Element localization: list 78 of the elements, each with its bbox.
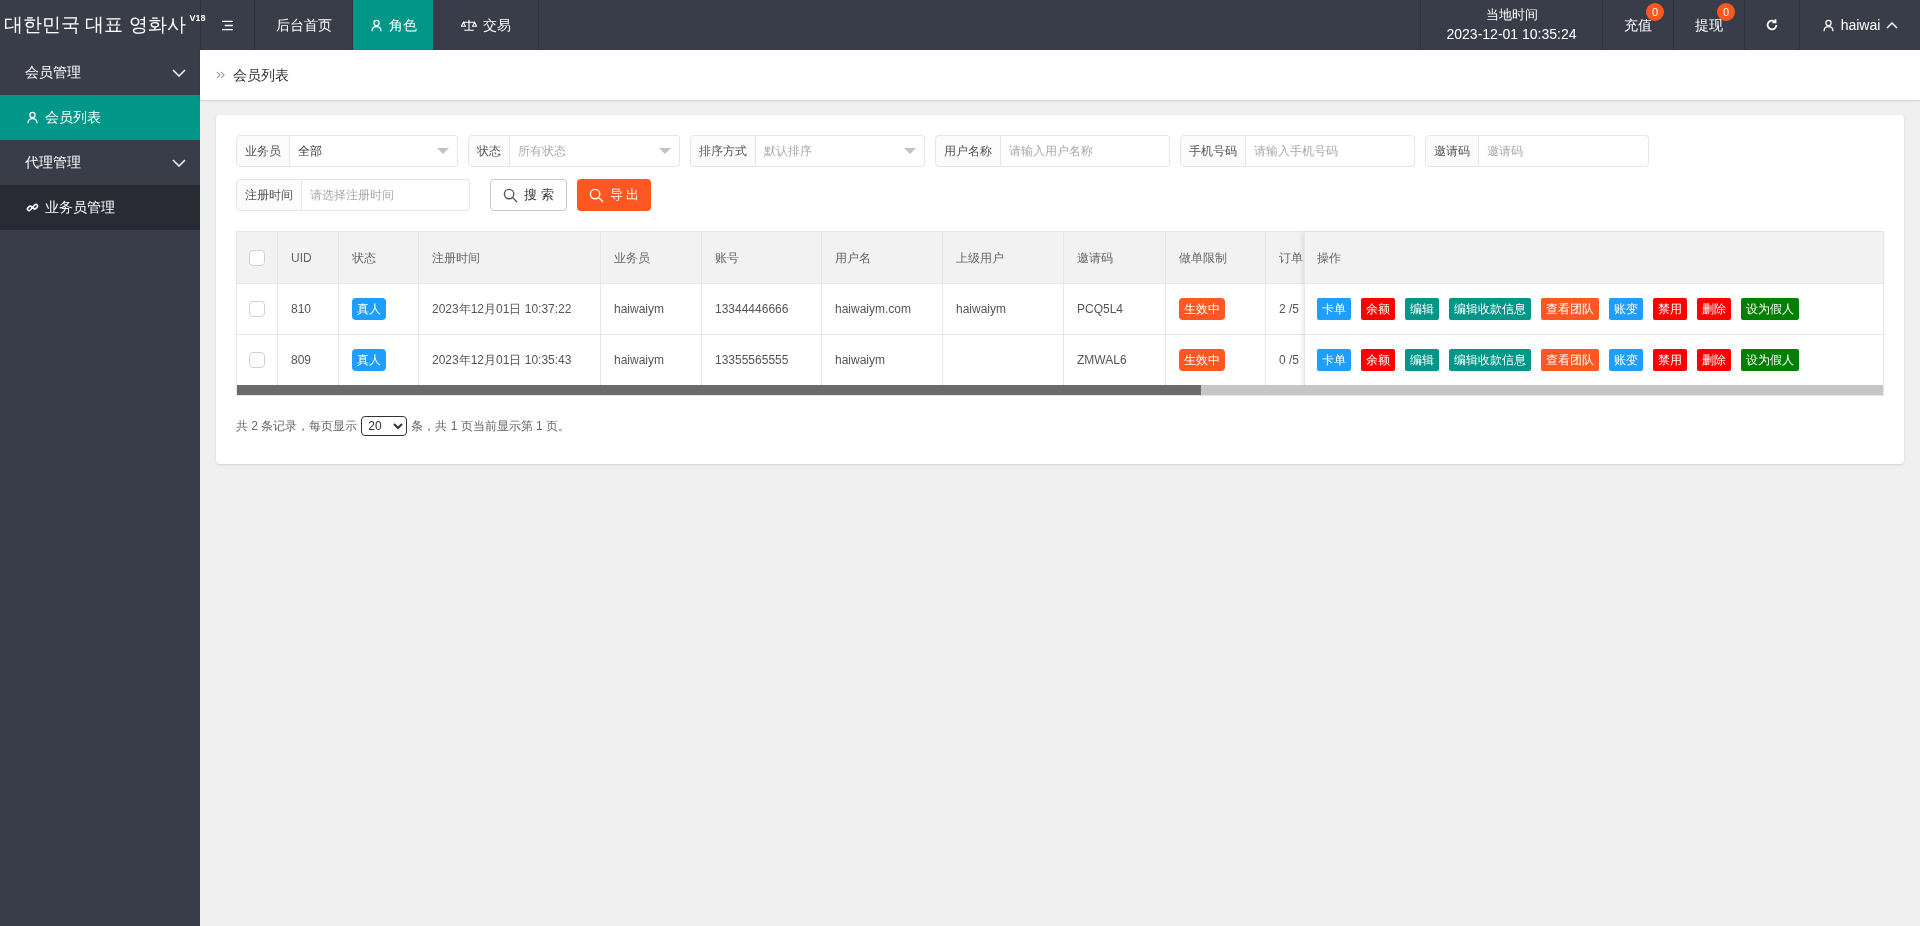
action-button[interactable]: 禁用 bbox=[1653, 298, 1687, 320]
sidebar-group[interactable]: 代理管理 bbox=[0, 140, 200, 185]
status-tag: 真人 bbox=[352, 349, 386, 371]
column-header: 注册时间 bbox=[432, 249, 480, 267]
column-header: 操作 bbox=[1317, 249, 1341, 267]
action-button[interactable]: 删除 bbox=[1697, 349, 1731, 371]
table-cell-text: 13355565555 bbox=[715, 352, 789, 369]
select-field[interactable]: 全部 bbox=[290, 135, 458, 167]
user-menu[interactable]: haiwai bbox=[1800, 0, 1920, 50]
table-cell-text: haiwaiym.com bbox=[835, 301, 912, 318]
table-cell-text: 13344446666 bbox=[715, 301, 789, 318]
table-cell-text: haiwaiym bbox=[614, 352, 664, 369]
select-field[interactable]: 所有状态 bbox=[510, 135, 680, 167]
input-field[interactable]: 请输入用户名称 bbox=[1001, 135, 1170, 167]
column-header: 账号 bbox=[715, 249, 739, 267]
column-header: 业务员 bbox=[614, 249, 650, 267]
field-label: 业务员 bbox=[236, 135, 290, 167]
column-header: UID bbox=[291, 249, 312, 267]
action-button[interactable]: 查看团队 bbox=[1541, 349, 1599, 371]
column-header: 订单 bbox=[1279, 249, 1303, 267]
brand-title: 대한민국 대표 영화사 bbox=[4, 12, 186, 37]
action-button[interactable]: 设为假人 bbox=[1741, 298, 1799, 320]
select-field[interactable]: 默认排序 bbox=[756, 135, 925, 167]
column-header: 做单限制 bbox=[1179, 249, 1227, 267]
action-button[interactable]: 余额 bbox=[1361, 298, 1395, 320]
version-label: V18 bbox=[189, 12, 206, 25]
column-header: 上级用户 bbox=[956, 249, 1004, 267]
action-button[interactable]: 设为假人 bbox=[1741, 349, 1799, 371]
sidebar-item[interactable]: 业务员管理 bbox=[0, 185, 200, 230]
field-label: 排序方式 bbox=[690, 135, 756, 167]
action-button[interactable]: 余额 bbox=[1361, 349, 1395, 371]
column-header: 用户名 bbox=[835, 249, 871, 267]
table-cell-text: 809 bbox=[291, 352, 312, 369]
pagination-text: 共 2 条记录，每页显示 bbox=[236, 418, 358, 435]
table-cell-text: 2 /5 bbox=[1279, 301, 1299, 318]
column-header: 邀请码 bbox=[1077, 249, 1113, 267]
field-label: 手机号码 bbox=[1180, 135, 1246, 167]
clock-label: 当地时间 bbox=[1485, 5, 1538, 24]
table-cell-text: haiwaiym bbox=[614, 301, 664, 318]
field-label: 注册时间 bbox=[236, 179, 302, 211]
clock-time: 2023-12-01 10:35:24 bbox=[1446, 25, 1577, 45]
action-button[interactable]: 删除 bbox=[1697, 298, 1731, 320]
search-button[interactable]: 搜 索 bbox=[490, 179, 567, 211]
action-button[interactable]: 查看团队 bbox=[1541, 298, 1599, 320]
action-button[interactable]: 编辑 bbox=[1405, 298, 1439, 320]
field-label: 状态 bbox=[468, 135, 510, 167]
table-cell-text: PCQ5L4 bbox=[1077, 301, 1124, 318]
action-button[interactable]: 账变 bbox=[1609, 349, 1643, 371]
action-button[interactable]: 卡单 bbox=[1317, 298, 1351, 320]
action-button[interactable]: 账变 bbox=[1609, 298, 1643, 320]
field-label: 邀请码 bbox=[1425, 135, 1479, 167]
export-button[interactable]: 导 出 bbox=[576, 179, 652, 211]
input-field[interactable]: 请输入手机号码 bbox=[1246, 135, 1415, 167]
breadcrumb-item[interactable]: 会员列表 bbox=[233, 64, 289, 86]
pagination-text: 条，共 1 页当前显示第 1 页。 bbox=[411, 418, 571, 435]
page-size-select[interactable]: 20 bbox=[361, 416, 408, 436]
table-cell-text: 0 /5 bbox=[1279, 352, 1299, 369]
column-header: 状态 bbox=[352, 249, 376, 267]
table-cell-text: ZMWAL6 bbox=[1077, 352, 1127, 369]
action-button[interactable]: 编辑 bbox=[1405, 349, 1439, 371]
table-cell-text: haiwaiym bbox=[956, 301, 1006, 318]
input-field[interactable]: 请选择注册时间 bbox=[302, 179, 470, 211]
table-cell-text: 810 bbox=[291, 301, 312, 318]
table-cell-text: haiwaiym bbox=[835, 352, 885, 369]
action-button[interactable]: 编辑收款信息 bbox=[1449, 298, 1531, 320]
field-label: 用户名称 bbox=[935, 135, 1001, 167]
action-button[interactable]: 编辑收款信息 bbox=[1449, 349, 1531, 371]
input-field[interactable]: 邀请码 bbox=[1479, 135, 1649, 167]
action-button[interactable]: 禁用 bbox=[1653, 349, 1687, 371]
table-cell-text: 2023年12月01日 10:37:22 bbox=[432, 301, 572, 318]
table-cell-text: 2023年12月01日 10:35:43 bbox=[432, 352, 572, 369]
action-button[interactable]: 卡单 bbox=[1317, 349, 1351, 371]
nav-tab[interactable]: 角色 bbox=[353, 0, 433, 50]
status-tag: 真人 bbox=[352, 298, 386, 320]
status-tag: 生效中 bbox=[1179, 349, 1225, 371]
sidebar-item[interactable]: 会员列表 bbox=[0, 95, 200, 140]
status-tag: 生效中 bbox=[1179, 298, 1225, 320]
sidebar-group[interactable]: 会员管理 bbox=[0, 50, 200, 95]
